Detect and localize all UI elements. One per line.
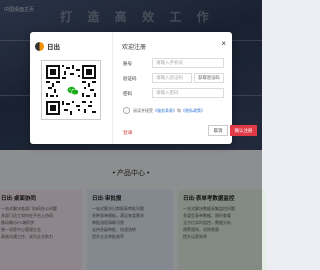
close-icon[interactable]: × bbox=[221, 39, 226, 48]
get-code-button[interactable]: 获取验证码 bbox=[194, 73, 224, 83]
code-label: 验证码 bbox=[123, 76, 137, 81]
code-input[interactable]: 请输入验证码 bbox=[152, 73, 192, 83]
qr-panel: 日出 bbox=[30, 32, 113, 144]
phone-label: 账号 bbox=[123, 61, 132, 66]
terms-link[interactable]: 《服务条款》 bbox=[153, 108, 177, 114]
cancel-button[interactable]: 取消 bbox=[208, 125, 228, 136]
brand: 日出 bbox=[35, 41, 60, 51]
qr-code bbox=[41, 60, 101, 120]
brand-logo-icon bbox=[35, 41, 44, 51]
password-label: 密码 bbox=[123, 91, 132, 96]
register-modal: 日出 欢迎注册 × 账号 请输入手机号 验证码 请输入验证码 获取验证码 密码 … bbox=[30, 32, 257, 144]
modal-title: 欢迎注册 bbox=[122, 45, 147, 51]
agreement-checkbox[interactable] bbox=[123, 107, 130, 114]
privacy-link[interactable]: 《隐私政策》 bbox=[181, 108, 205, 114]
wechat-icon bbox=[63, 82, 79, 98]
login-link[interactable]: 登录 bbox=[123, 129, 133, 136]
brand-name: 日出 bbox=[47, 44, 60, 51]
register-form: 欢迎注册 × 账号 请输入手机号 验证码 请输入验证码 获取验证码 密码 请输入… bbox=[112, 32, 257, 144]
password-input[interactable]: 请输入密码 bbox=[152, 88, 224, 98]
agreement-row: 阅读并接受 《服务条款》 和 《隐私政策》 bbox=[123, 107, 205, 114]
phone-input[interactable]: 请输入手机号 bbox=[152, 58, 224, 68]
agreement-prefix: 阅读并接受 bbox=[133, 107, 153, 113]
confirm-register-button[interactable]: 确认注册 bbox=[230, 125, 257, 136]
